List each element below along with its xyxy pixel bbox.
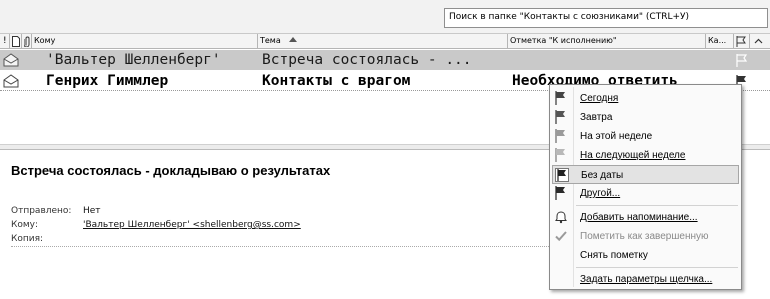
sent-line: Отправлено: Нет <box>11 206 101 216</box>
checkmark-icon <box>554 229 570 244</box>
menu-item-no-date[interactable]: Без даты <box>552 165 739 184</box>
menu-item-label: На следующей неделе <box>580 150 686 161</box>
menu-item-label: Добавить напоминание... <box>580 212 698 223</box>
flag-outline-icon <box>736 36 746 47</box>
sort-ascending-icon <box>288 37 297 42</box>
bell-icon <box>554 210 570 225</box>
flag-context-menu: Сегодня Завтра На этой неделе На следующ… <box>549 84 742 290</box>
to-column-header[interactable]: Кому <box>32 34 258 49</box>
menu-item-label: Другой... <box>580 188 621 199</box>
menu-item-set-quick-click[interactable]: Задать параметры щелчка... <box>552 270 739 289</box>
flag-light-icon <box>554 148 570 163</box>
chevron-up-icon <box>754 38 763 44</box>
envelope-open-icon <box>3 50 19 70</box>
document-icon <box>12 36 20 47</box>
importance-column-header[interactable]: ! <box>0 34 10 49</box>
menu-item-label: На этой неделе <box>580 131 653 142</box>
flag-dark-icon <box>555 168 571 183</box>
menu-item-tomorrow[interactable]: Завтра <box>552 108 739 127</box>
menu-item-label: Задать параметры щелчка... <box>580 274 713 285</box>
menu-item-today[interactable]: Сегодня <box>552 89 739 108</box>
cc-line: Копия: <box>11 234 83 244</box>
flag-column-header[interactable] <box>734 34 750 49</box>
recipient-link[interactable]: 'Вальтер Шелленберг' <shellenberg@ss.com… <box>83 220 301 230</box>
to-line: Кому: 'Вальтер Шелленберг' <shellenberg@s… <box>11 220 301 230</box>
paperclip-icon <box>23 36 30 48</box>
message-subject: Встреча состоялась - ... <box>262 52 472 68</box>
sent-label: Отправлено: <box>11 206 72 216</box>
flag-outline-icon[interactable] <box>736 50 750 73</box>
menu-item-mark-complete[interactable]: Пометить как завершенную <box>552 227 739 246</box>
subject-column-header[interactable]: Тема <box>258 34 508 49</box>
attachment-column-header[interactable] <box>22 34 32 49</box>
message-to: Генрих Гиммлер <box>46 73 169 89</box>
sent-value: Нет <box>83 206 101 216</box>
menu-item-add-reminder[interactable]: Добавить напоминание... <box>552 208 739 227</box>
to-label: Кому: <box>11 220 39 230</box>
menu-item-next-week[interactable]: На следующей неделе <box>552 146 739 165</box>
message-to: 'Вальтер Шелленберг' <box>46 52 221 68</box>
menu-item-label: Завтра <box>580 112 613 123</box>
column-chooser[interactable] <box>750 34 770 49</box>
flag-status-column-header[interactable]: Отметка "К исполнению" <box>508 34 706 49</box>
menu-separator <box>576 267 738 268</box>
search-input[interactable]: Поиск в папке "Контакты с союзниками" (C… <box>444 8 768 28</box>
message-list-header: ! Кому Тема Отметка "К исполнению" Ка... <box>0 34 770 49</box>
flag-red-icon <box>554 91 570 106</box>
category-column-header[interactable]: Ка... <box>706 34 734 49</box>
menu-item-custom[interactable]: Другой... <box>552 184 739 203</box>
menu-item-label: Снять пометку <box>580 250 648 261</box>
message-subject: Контакты с врагом <box>262 73 411 89</box>
menu-item-label: Без даты <box>581 170 624 181</box>
flag-light-icon <box>554 129 570 144</box>
flag-red-icon <box>554 110 570 125</box>
header-divider <box>11 246 551 247</box>
menu-item-this-week[interactable]: На этой неделе <box>552 127 739 146</box>
reading-subject: Встреча состоялась - докладываю о резуль… <box>11 163 331 178</box>
menu-separator <box>576 205 738 206</box>
folder-toolbar: Поиск в папке "Контакты с союзниками" (C… <box>0 0 770 34</box>
menu-item-clear-flag[interactable]: Снять пометку <box>552 246 739 265</box>
menu-item-label: Сегодня <box>580 93 619 104</box>
cc-label: Копия: <box>11 234 44 244</box>
message-row[interactable]: 'Вальтер Шелленберг' Встреча состоялась … <box>0 50 770 70</box>
item-type-column-header[interactable] <box>10 34 22 49</box>
envelope-open-icon <box>3 71 19 91</box>
menu-item-label: Пометить как завершенную <box>580 231 709 242</box>
flag-dark-icon <box>554 186 570 201</box>
